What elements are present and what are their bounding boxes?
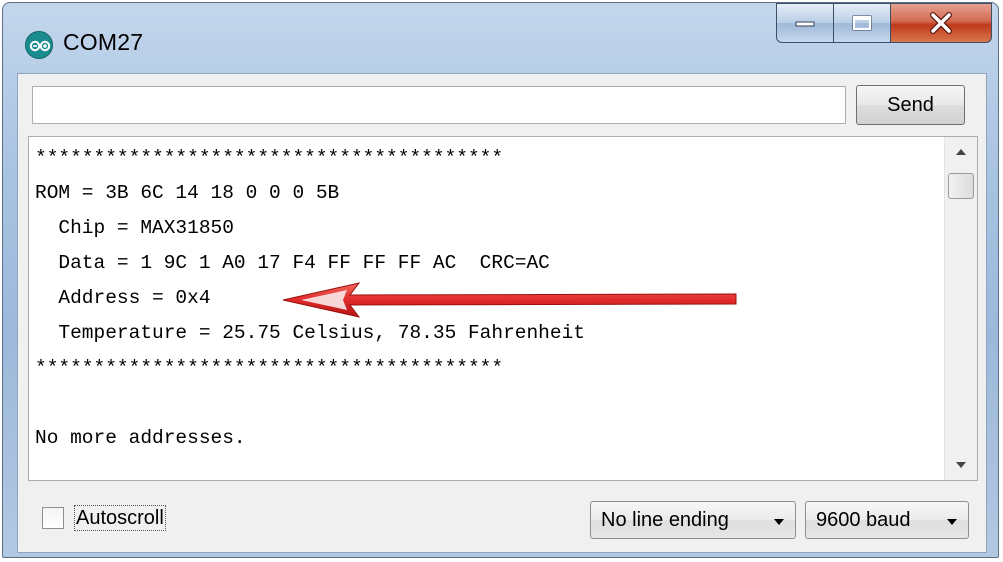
autoscroll-checkbox[interactable] xyxy=(42,507,64,529)
serial-output[interactable]: ****************************************… xyxy=(28,136,978,481)
scroll-down-button[interactable] xyxy=(945,450,977,480)
close-icon xyxy=(930,12,952,34)
maximize-button[interactable] xyxy=(833,3,891,43)
output-line: Data = 1 9C 1 A0 17 F4 FF FF FF AC CRC=A… xyxy=(35,252,550,274)
output-line: ROM = 3B 6C 14 18 0 0 0 5B xyxy=(35,182,340,204)
close-button[interactable] xyxy=(890,3,992,43)
output-line: **************************************** xyxy=(35,357,504,379)
line-ending-select[interactable]: No line ending xyxy=(590,501,796,539)
line-ending-value: No line ending xyxy=(601,509,729,531)
baud-rate-value: 9600 baud xyxy=(816,509,911,531)
autoscroll-label[interactable]: Autoscroll xyxy=(74,505,166,531)
minimize-icon xyxy=(795,21,815,27)
chevron-down-icon xyxy=(774,519,784,525)
scroll-up-button[interactable] xyxy=(945,137,977,167)
chevron-down-icon xyxy=(947,519,957,525)
scroll-thumb[interactable] xyxy=(948,173,974,199)
output-line: Address = 0x4 xyxy=(35,287,211,309)
serial-monitor-body: Send ***********************************… xyxy=(17,73,987,553)
chevron-up-icon xyxy=(956,149,966,155)
window-title: COM27 xyxy=(63,29,144,55)
output-lines: ****************************************… xyxy=(35,141,955,456)
bottom-bar: Autoscroll No line ending 9600 baud xyxy=(18,491,986,551)
chevron-down-icon xyxy=(956,462,966,468)
send-button[interactable]: Send xyxy=(856,85,965,125)
baud-rate-select[interactable]: 9600 baud xyxy=(805,501,969,539)
arduino-icon xyxy=(25,31,53,59)
output-line: **************************************** xyxy=(35,147,504,169)
maximize-icon xyxy=(852,15,872,31)
output-scrollbar[interactable] xyxy=(944,137,977,480)
send-input[interactable] xyxy=(32,86,846,124)
minimize-button[interactable] xyxy=(776,3,834,43)
output-line: Temperature = 25.75 Celsius, 78.35 Fahre… xyxy=(35,322,585,344)
output-line: Chip = MAX31850 xyxy=(35,217,234,239)
serial-monitor-window: COM27 Send *****************************… xyxy=(2,2,999,558)
output-line: No more addresses. xyxy=(35,427,246,449)
